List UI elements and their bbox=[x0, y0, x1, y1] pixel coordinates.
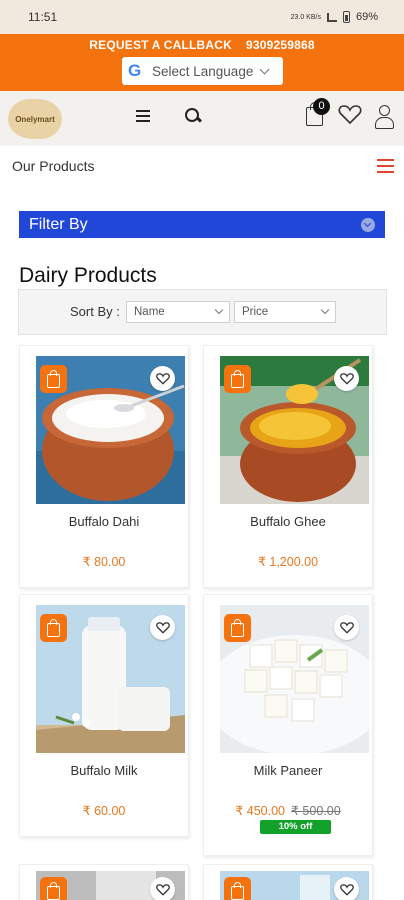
product-card[interactable]: Buffalo Ghee ₹ 1,200.00 bbox=[203, 345, 373, 588]
heart-icon bbox=[339, 884, 354, 896]
product-card[interactable] bbox=[19, 864, 189, 900]
sort-name-value: Name bbox=[134, 306, 165, 318]
product-image[interactable] bbox=[36, 871, 185, 900]
callback-line: REQUEST A CALLBACK 9309259868 bbox=[0, 38, 404, 52]
wishlist-button[interactable] bbox=[334, 877, 359, 900]
original-price: ₹ 500.00 bbox=[291, 804, 341, 818]
product-card[interactable]: Milk Paneer ₹ 450.00 ₹ 500.00 bbox=[203, 594, 373, 856]
product-image[interactable] bbox=[220, 605, 369, 753]
search-icon[interactable] bbox=[185, 108, 202, 125]
google-icon: G bbox=[128, 61, 142, 80]
product-price-group: ₹ 450.00 ₹ 500.00 bbox=[204, 803, 372, 818]
product-price: ₹ 80.00 bbox=[82, 555, 126, 569]
product-card[interactable] bbox=[203, 864, 373, 900]
heart-icon bbox=[339, 622, 354, 634]
product-image[interactable] bbox=[220, 871, 369, 900]
logo[interactable]: Onelymart bbox=[8, 99, 62, 139]
status-bar: 11:51 23.0 KB/s 69% bbox=[0, 0, 404, 34]
callback-bar: REQUEST A CALLBACK 9309259868 G Select La… bbox=[0, 34, 404, 91]
add-to-cart-icon[interactable] bbox=[224, 877, 251, 900]
cart-count-badge: 0 bbox=[313, 98, 330, 115]
net-speed: 23.0 KB/s bbox=[290, 13, 321, 21]
request-callback-link[interactable]: REQUEST A CALLBACK bbox=[89, 38, 232, 52]
product-card[interactable]: Buffalo Milk ₹ 60.00 bbox=[19, 594, 189, 837]
category-menu-icon[interactable] bbox=[377, 159, 394, 173]
status-time: 11:51 bbox=[28, 10, 58, 24]
product-card[interactable]: Buffalo Dahi ₹ 80.00 bbox=[19, 345, 189, 588]
status-icons: 23.0 KB/s 69% bbox=[291, 11, 378, 23]
signal-icon bbox=[326, 12, 337, 22]
product-image[interactable] bbox=[36, 356, 185, 504]
heart-icon bbox=[155, 373, 170, 385]
chevron-down-icon bbox=[320, 305, 330, 315]
product-name[interactable]: Buffalo Dahi bbox=[20, 514, 188, 529]
chevron-down-icon bbox=[214, 305, 224, 315]
menu-icon[interactable] bbox=[136, 110, 150, 122]
language-label: Select Language bbox=[152, 63, 254, 79]
product-name[interactable]: Buffalo Milk bbox=[20, 763, 188, 778]
product-image[interactable] bbox=[36, 605, 185, 753]
sort-price-select[interactable]: Price bbox=[234, 301, 336, 323]
wishlist-button[interactable] bbox=[334, 615, 359, 640]
logo-text: Onelymart bbox=[15, 114, 55, 124]
add-to-cart-icon[interactable] bbox=[224, 365, 251, 393]
product-image[interactable] bbox=[220, 356, 369, 504]
wishlist-button[interactable] bbox=[150, 366, 175, 391]
chevron-down-icon bbox=[361, 218, 375, 232]
battery-icon bbox=[342, 11, 350, 23]
category-title: Dairy Products bbox=[19, 264, 157, 287]
product-price: ₹ 450.00 bbox=[235, 804, 285, 818]
sort-bar: Sort By : Name Price bbox=[18, 289, 387, 335]
add-to-cart-icon[interactable] bbox=[40, 365, 67, 393]
wishlist-button[interactable] bbox=[150, 615, 175, 640]
add-to-cart-icon[interactable] bbox=[224, 614, 251, 642]
filter-label: Filter By bbox=[29, 216, 88, 233]
product-name[interactable]: Milk Paneer bbox=[204, 763, 372, 778]
wishlist-button[interactable] bbox=[150, 877, 175, 900]
page-title: Our Products bbox=[12, 158, 95, 174]
sort-label: Sort By : bbox=[70, 304, 120, 319]
user-icon[interactable] bbox=[374, 105, 395, 129]
filter-toggle[interactable]: Filter By bbox=[19, 211, 385, 238]
wishlist-button[interactable] bbox=[334, 366, 359, 391]
chevron-down-icon bbox=[259, 64, 270, 74]
product-name[interactable]: Buffalo Ghee bbox=[204, 514, 372, 529]
discount-badge: 10% off bbox=[260, 820, 331, 834]
sort-name-select[interactable]: Name bbox=[126, 301, 230, 323]
product-price: ₹ 60.00 bbox=[82, 804, 126, 818]
sort-price-value: Price bbox=[242, 306, 269, 318]
language-selector[interactable]: G Select Language bbox=[122, 57, 283, 85]
add-to-cart-icon[interactable] bbox=[40, 614, 67, 642]
battery-level: 69% bbox=[355, 11, 378, 23]
wishlist-icon[interactable] bbox=[338, 103, 362, 125]
phone-number[interactable]: 9309259868 bbox=[246, 38, 315, 52]
heart-icon bbox=[155, 884, 170, 896]
heart-icon bbox=[339, 373, 354, 385]
product-price: ₹ 1,200.00 bbox=[257, 555, 319, 569]
add-to-cart-icon[interactable] bbox=[40, 877, 67, 900]
heart-icon bbox=[155, 622, 170, 634]
